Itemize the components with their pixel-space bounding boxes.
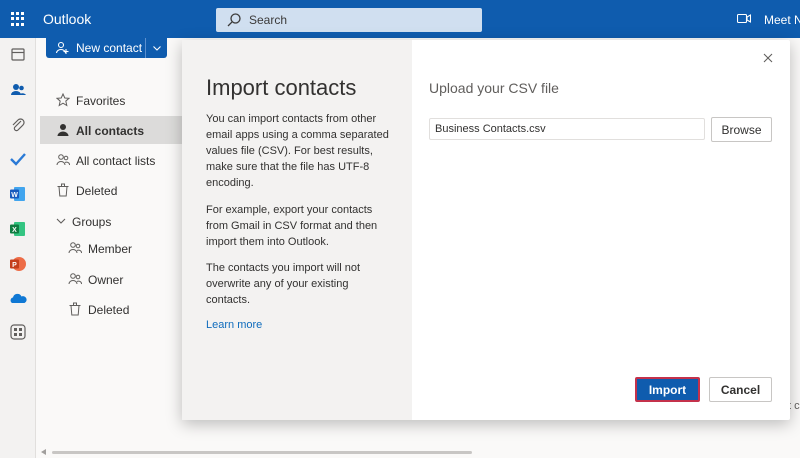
people-icon[interactable] bbox=[9, 81, 27, 99]
info-paragraph: You can import contacts from other email… bbox=[206, 113, 389, 189]
import-contacts-dialog: Import contacts You can import contacts … bbox=[182, 40, 790, 420]
svg-text:X: X bbox=[12, 227, 17, 234]
nav-item-label: Deleted bbox=[76, 184, 118, 198]
attachment-icon[interactable] bbox=[9, 116, 27, 134]
people-icon bbox=[68, 242, 82, 254]
search-icon bbox=[227, 13, 241, 27]
horizontal-scrollbar[interactable] bbox=[40, 449, 480, 455]
new-contact-dropdown-button[interactable] bbox=[145, 38, 167, 58]
onedrive-icon[interactable] bbox=[9, 290, 27, 308]
svg-text:W: W bbox=[11, 192, 18, 199]
import-button[interactable]: Import bbox=[635, 377, 700, 402]
excel-icon[interactable]: X bbox=[9, 220, 27, 238]
search-box[interactable]: Search bbox=[216, 8, 482, 32]
new-contact-label: New contact bbox=[76, 41, 143, 55]
meet-now-label[interactable]: Meet N bbox=[764, 13, 800, 27]
nav-item-label: All contacts bbox=[76, 124, 145, 138]
app-rail: W X P bbox=[0, 38, 36, 458]
svg-text:P: P bbox=[12, 262, 17, 269]
todo-icon[interactable] bbox=[9, 150, 27, 168]
upload-title: Upload your CSV file bbox=[429, 80, 559, 96]
nav-item-deleted[interactable]: Deleted bbox=[40, 176, 186, 204]
chevron-down-icon bbox=[153, 46, 161, 51]
trash-icon bbox=[57, 183, 69, 197]
chevron-down-icon bbox=[56, 218, 66, 224]
nav-item-label: Owner bbox=[88, 273, 124, 287]
nav-item-label: Favorites bbox=[76, 94, 126, 108]
nav-item-all-contacts[interactable]: All contacts bbox=[40, 116, 186, 144]
cancel-button[interactable]: Cancel bbox=[709, 377, 772, 402]
info-paragraph: The contacts you import will not overwri… bbox=[206, 262, 361, 306]
app-launcher-icon[interactable] bbox=[11, 12, 25, 26]
trash-icon bbox=[69, 302, 81, 316]
info-paragraph: For example, export your contacts from G… bbox=[206, 204, 378, 248]
dialog-info-panel: Import contacts You can import contacts … bbox=[182, 40, 412, 420]
csv-file-field[interactable]: Business Contacts.csv bbox=[429, 118, 705, 140]
video-camera-icon[interactable] bbox=[737, 13, 751, 24]
nav-item-all-contact-lists[interactable]: All contact lists bbox=[40, 146, 186, 174]
search-placeholder: Search bbox=[249, 13, 288, 27]
scroll-left-icon[interactable] bbox=[40, 449, 48, 455]
nav-item-owner[interactable]: Owner bbox=[40, 265, 186, 293]
calendar-icon[interactable] bbox=[9, 46, 27, 64]
learn-more-link[interactable]: Learn more bbox=[206, 319, 262, 331]
contacts-nav: New contact Favorites All contacts All c… bbox=[36, 38, 186, 458]
people-icon bbox=[56, 154, 70, 166]
close-icon[interactable] bbox=[762, 52, 774, 64]
more-apps-icon[interactable] bbox=[9, 323, 27, 341]
person-icon bbox=[57, 124, 69, 136]
nav-item-label: Groups bbox=[72, 215, 112, 229]
nav-item-label: Member bbox=[88, 242, 133, 256]
people-icon bbox=[68, 273, 82, 285]
new-contact-button[interactable]: New contact bbox=[46, 38, 154, 58]
dialog-title: Import contacts bbox=[206, 75, 357, 100]
nav-item-favorites[interactable]: Favorites bbox=[40, 86, 186, 114]
app-title[interactable]: Outlook bbox=[43, 11, 91, 27]
nav-item-member[interactable]: Member bbox=[40, 234, 186, 262]
browse-button[interactable]: Browse bbox=[711, 117, 772, 142]
nav-item-groups[interactable]: Groups bbox=[40, 207, 186, 235]
word-icon[interactable]: W bbox=[9, 185, 27, 203]
nav-item-group-deleted[interactable]: Deleted bbox=[40, 295, 186, 323]
top-bar: Outlook Search Meet N bbox=[0, 0, 800, 38]
scrollbar-thumb[interactable] bbox=[52, 451, 472, 454]
nav-item-label: Deleted bbox=[88, 303, 130, 317]
nav-item-label: All contact lists bbox=[76, 154, 156, 168]
person-add-icon bbox=[55, 41, 69, 54]
star-icon bbox=[56, 93, 70, 107]
powerpoint-icon[interactable]: P bbox=[9, 255, 27, 273]
